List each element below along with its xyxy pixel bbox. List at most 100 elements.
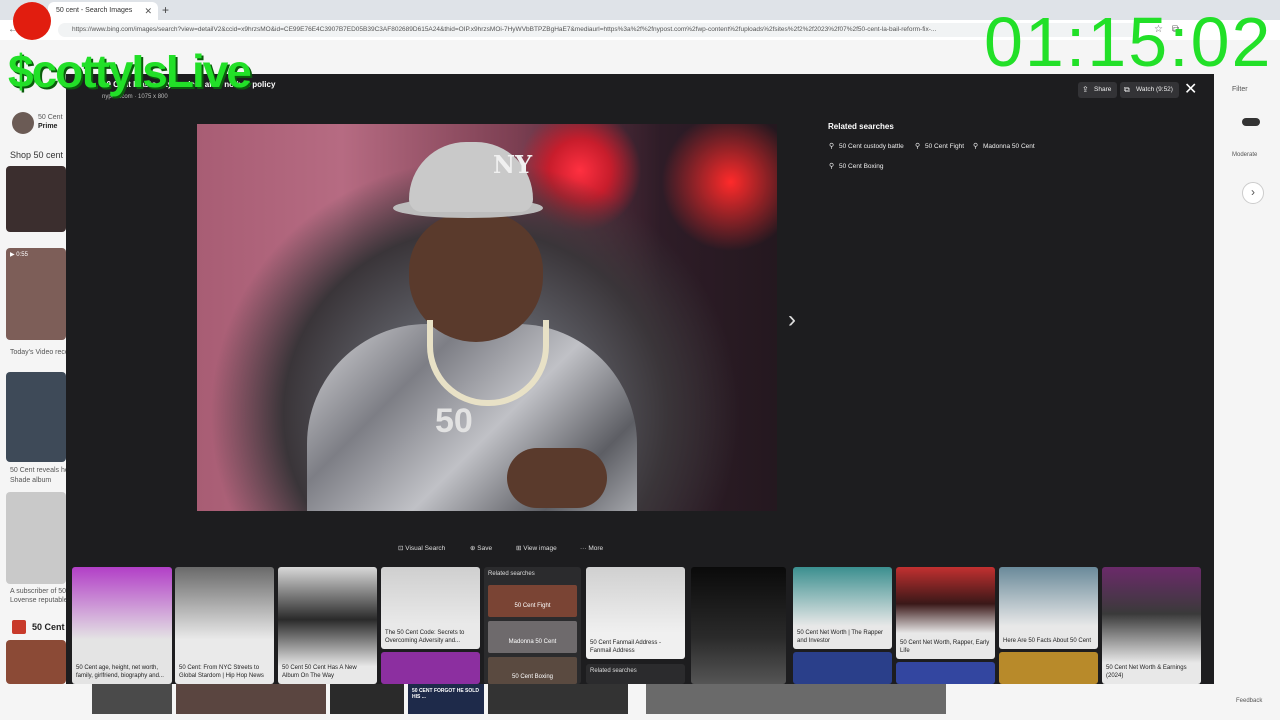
tab-close-icon[interactable]: ✕ <box>144 2 152 20</box>
related-chip-label: 50 Cent custody battle <box>839 143 904 150</box>
thumbnail-card[interactable] <box>793 652 892 684</box>
thumbnail-card[interactable] <box>999 652 1098 684</box>
bg-text-6: 50 Cent <box>32 622 65 632</box>
related-chip-custody[interactable]: ⚲ 50 Cent custody battle <box>828 140 904 154</box>
shop-thumb[interactable] <box>6 166 66 232</box>
related-chip-madonna[interactable]: ⚲ Madonna 50 Cent <box>972 140 1035 154</box>
thumbnail-caption: 50 Cent: From NYC Streets to Global Star… <box>179 665 264 679</box>
visual-search-label: Visual Search <box>405 545 446 552</box>
browser-tab[interactable]: 50 cent - Search Images ✕ <box>48 2 158 20</box>
related-card-label: 50 Cent Fight <box>514 603 551 609</box>
related-chip-label: Madonna 50 Cent <box>983 143 1035 150</box>
thumbnail-card[interactable]: 50 Cent: From NYC Streets to Global Star… <box>175 567 274 684</box>
thumbnail-card[interactable] <box>381 652 480 684</box>
thumbnail-caption: 50 Cent Net Worth | The Rapper and Inves… <box>797 630 884 644</box>
thumbnail-card[interactable]: The 50 Cent Code: Secrets to Overcoming … <box>381 567 480 649</box>
thumbnail-card[interactable]: 50 Cent Fanmail Address - Fanmail Addres… <box>586 567 685 659</box>
bottom-news-text: 50 CENT FORGOT HE SOLD HIS ... <box>412 688 479 700</box>
bg-text-3: Shade album <box>10 477 52 484</box>
related-searches-card: Related searches <box>586 664 685 684</box>
related-chip-fight[interactable]: ⚲ 50 Cent Fight <box>914 140 964 154</box>
thumbnail-caption: 50 Cent Net Worth & Earnings (2024) <box>1106 665 1187 679</box>
tab-title: 50 cent - Search Images <box>56 7 133 14</box>
image-cap-logo: NY <box>493 150 533 179</box>
stream-timer: 01:15:02 <box>984 3 1273 81</box>
prime-avatar <box>12 112 34 134</box>
prime-sub: Prime <box>38 123 58 130</box>
save-button[interactable]: ⊕ Save <box>470 542 492 556</box>
bottom-thumb[interactable]: 50 CENT FORGOT HE SOLD HIS ... <box>408 684 484 714</box>
bottom-thumb[interactable] <box>176 684 326 714</box>
thumbnail-caption: 50 Cent age, height, net worth, family, … <box>76 665 164 679</box>
related-chip-label: 50 Cent Fight <box>925 143 965 150</box>
bg-thumb-3[interactable] <box>6 492 66 584</box>
related-chip-boxing[interactable]: ⚲ 50 Cent Boxing <box>828 160 883 174</box>
more-button[interactable]: ··· More <box>580 542 603 556</box>
bottom-thumb[interactable] <box>92 684 172 714</box>
filter-label[interactable]: Filter <box>1232 86 1248 93</box>
thumbnail-card[interactable]: Here Are 50 Facts About 50 Cent <box>999 567 1098 649</box>
streamer-logo: $cottyIsLive <box>8 45 252 97</box>
image-detail-overlay: 50 Cent blasts city leaders after no bai… <box>66 74 1214 684</box>
watch-button[interactable]: ⧉ Watch (9:52) <box>1120 82 1179 98</box>
thumbnail-caption: The 50 Cent Code: Secrets to Overcoming … <box>385 630 465 644</box>
shop-label: Shop 50 cent <box>10 150 64 160</box>
safe-label[interactable]: Moderate <box>1232 152 1257 158</box>
close-icon[interactable]: ✕ <box>1184 80 1197 100</box>
image-hand-shape <box>507 448 607 508</box>
bg-text-4: A subscriber of 50... <box>10 588 72 595</box>
shop-logo-icon <box>12 620 26 634</box>
thumbnail-caption: Here Are 50 Facts About 50 Cent <box>1003 638 1092 644</box>
thumbnail-card[interactable] <box>691 567 786 684</box>
thumbnail-card[interactable] <box>896 662 995 684</box>
related-card-label: 50 Cent Boxing <box>511 674 554 680</box>
scroll-right-icon[interactable]: › <box>1242 182 1264 204</box>
bg-thumb-4[interactable] <box>6 640 66 684</box>
feedback-link[interactable]: Feedback <box>1236 698 1262 704</box>
share-button[interactable]: ⇪ Share <box>1078 82 1118 98</box>
bg-thumb-2[interactable] <box>6 372 66 462</box>
bottom-thumb[interactable] <box>330 684 404 714</box>
thumbnail-card[interactable]: 50 Cent Net Worth & Earnings (2024) <box>1102 567 1201 684</box>
thumbnail-card[interactable]: 50 Cent Net Worth | The Rapper and Inves… <box>793 567 892 649</box>
visual-search-button[interactable]: ⊡ Visual Search <box>398 542 445 556</box>
related-searches-card: Related searches 50 Cent Fight Madonna 5… <box>484 567 581 684</box>
thumbnail-card[interactable]: 50 Cent age, height, net worth, family, … <box>72 567 172 684</box>
video-thumb[interactable] <box>6 248 66 340</box>
related-card-label: Madonna 50 Cent <box>508 639 557 645</box>
next-image-icon[interactable]: › <box>788 306 796 334</box>
related-chip-label: 50 Cent Boxing <box>839 163 884 170</box>
view-image-label: View image <box>523 545 557 552</box>
record-indicator-icon <box>13 2 51 40</box>
related-card-madonna[interactable]: Madonna 50 Cent <box>488 621 577 653</box>
new-tab-button[interactable]: + <box>162 2 169 18</box>
main-image[interactable]: NY 50 <box>197 124 777 511</box>
thumbnail-card[interactable]: 50 Cent 50 Cent Has A New Album On The W… <box>278 567 377 684</box>
related-card-boxing[interactable]: 50 Cent Boxing <box>488 657 577 684</box>
bottom-thumb[interactable] <box>646 684 946 714</box>
image-pendant-text: 50 <box>435 402 473 440</box>
related-searches-heading: Related searches <box>828 122 894 131</box>
view-image-button[interactable]: ⊞ View image <box>516 542 557 556</box>
thumbnail-caption: 50 Cent 50 Cent Has A New Album On The W… <box>282 665 357 679</box>
bg-text-2: 50 Cent reveals he... <box>10 467 75 474</box>
search-icon: ⚲ <box>829 143 835 150</box>
toggle-switch[interactable] <box>1242 118 1260 126</box>
thumbnail-caption: 50 Cent Fanmail Address - Fanmail Addres… <box>590 640 662 654</box>
more-label: More <box>588 545 604 552</box>
thumbnail-card[interactable]: 50 Cent Net Worth, Rapper, Early Life <box>896 567 995 659</box>
external-link-icon: ⧉ <box>1124 85 1130 94</box>
video-badge: ▶ 0:55 <box>10 252 28 258</box>
bg-text-5: Lovense reputable... <box>10 597 74 604</box>
related-card-heading: Related searches <box>590 668 637 674</box>
search-icon: ⚲ <box>973 143 979 150</box>
bottom-thumb[interactable] <box>488 684 628 714</box>
share-icon: ⇪ <box>1082 85 1089 94</box>
search-icon: ⚲ <box>915 143 921 150</box>
url-field[interactable]: https://www.bing.com/images/search?view=… <box>58 23 1138 37</box>
save-label: Save <box>477 545 493 552</box>
related-card-heading: Related searches <box>488 571 535 577</box>
prime-label: 50 Cent <box>38 114 63 121</box>
related-card-fight[interactable]: 50 Cent Fight <box>488 585 577 617</box>
watch-label: Watch (9:52) <box>1136 86 1173 93</box>
